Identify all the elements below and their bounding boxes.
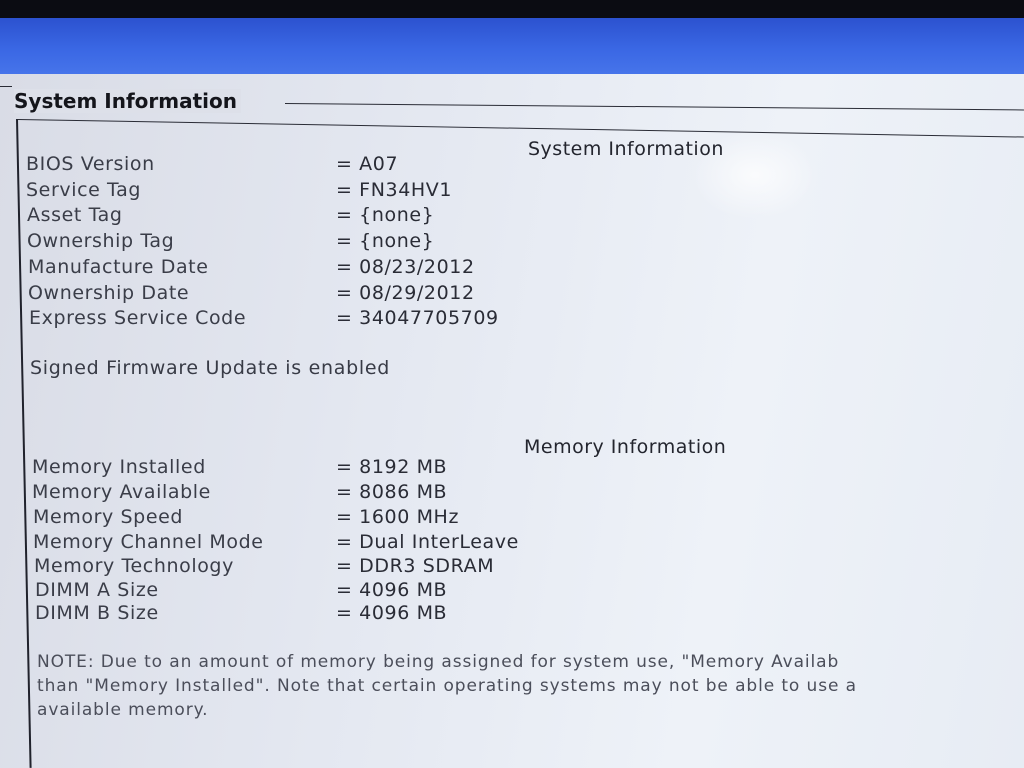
memory-value: 8192 MB: [336, 456, 447, 478]
memory-value: 4096 MB: [336, 579, 447, 601]
memory-label: DIMM B Size: [35, 602, 159, 624]
memory-label: Memory Installed: [32, 456, 206, 478]
info-value: {none}: [336, 204, 434, 226]
memory-label: Memory Channel Mode: [33, 531, 264, 553]
memory-value: 8086 MB: [336, 481, 447, 503]
memory-value: 1600 MHz: [336, 506, 459, 528]
memory-note: NOTE: Due to an amount of memory being a…: [37, 650, 1024, 722]
info-value: 08/23/2012: [336, 256, 475, 278]
signed-firmware-status: Signed Firmware Update is enabled: [30, 357, 390, 379]
info-label: BIOS Version: [26, 153, 155, 175]
memory-label: Memory Technology: [34, 555, 234, 577]
info-value: 34047705709: [336, 307, 499, 329]
group-top-border: [0, 86, 12, 87]
info-value: A07: [336, 153, 398, 175]
memory-info-heading: Memory Information: [524, 436, 727, 458]
info-value: FN34HV1: [336, 179, 452, 201]
info-label: Ownership Tag: [27, 230, 175, 252]
info-label: Manufacture Date: [28, 256, 209, 278]
system-info-heading: System Information: [528, 138, 724, 160]
info-value: {none}: [336, 230, 434, 252]
info-label: Service Tag: [26, 179, 142, 201]
note-line: available memory.: [37, 700, 209, 720]
screen-bezel: [0, 0, 1024, 18]
memory-value: Dual InterLeave: [336, 531, 519, 553]
note-line: than "Memory Installed". Note that certa…: [37, 676, 857, 696]
info-label: Asset Tag: [27, 204, 123, 226]
info-label: Express Service Code: [29, 307, 247, 329]
info-value: 08/29/2012: [336, 282, 475, 304]
memory-label: DIMM A Size: [35, 579, 159, 601]
memory-label: Memory Speed: [33, 506, 184, 528]
note-line: NOTE: Due to an amount of memory being a…: [37, 652, 840, 672]
memory-label: Memory Available: [32, 481, 211, 503]
memory-value: 4096 MB: [336, 602, 447, 624]
info-label: Ownership Date: [28, 282, 190, 304]
memory-value: DDR3 SDRAM: [336, 555, 494, 577]
group-title: System Information: [14, 89, 241, 113]
window-title-bar: [0, 18, 1024, 74]
